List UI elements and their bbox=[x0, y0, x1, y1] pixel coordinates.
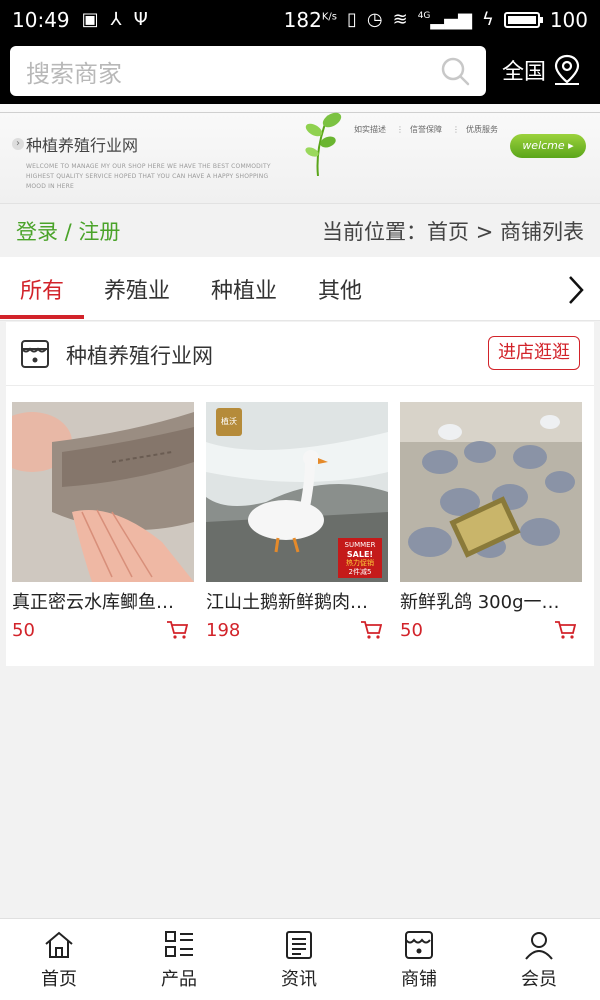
active-tab-indicator bbox=[0, 315, 84, 319]
shop-header: 种植养殖行业网 进店逛逛 bbox=[6, 322, 594, 386]
shop-card: 种植养殖行业网 进店逛逛 真正密云水库鲫鱼… 50 植沃 SUMMER SALE… bbox=[6, 322, 594, 666]
tab-breeding[interactable]: 养殖业 bbox=[104, 273, 170, 305]
arrow-bullet-icon: › bbox=[12, 138, 24, 150]
share-icon: ⅄ bbox=[110, 9, 122, 30]
network-speed: 182K/s bbox=[283, 8, 337, 32]
breadcrumb: 当前位置：首页 > 商铺列表 bbox=[322, 220, 584, 244]
signal-icon: 4G▂▄▆ bbox=[417, 9, 472, 30]
wifi-icon: ≋ bbox=[392, 9, 408, 30]
location-bar: 登录 / 注册 当前位置：首页 > 商铺列表 bbox=[0, 205, 600, 257]
brand-badge: 植沃 bbox=[216, 408, 242, 436]
battery-level: 100 bbox=[549, 8, 588, 32]
region-label: 全国 bbox=[502, 60, 547, 85]
user-icon bbox=[525, 932, 553, 960]
grid-list-icon bbox=[165, 931, 193, 957]
store-icon bbox=[21, 340, 49, 368]
product-image-pigeon[interactable] bbox=[400, 402, 582, 582]
tab-planting[interactable]: 种植业 bbox=[211, 273, 277, 305]
image-icon: ▣ bbox=[81, 9, 99, 30]
status-time: 10:49 bbox=[12, 8, 70, 32]
location-pin-icon bbox=[554, 54, 580, 85]
product-name[interactable]: 江山土鹅新鲜鹅肉… bbox=[206, 588, 382, 614]
nav-home[interactable]: 首页 bbox=[14, 929, 104, 991]
welcome-button[interactable]: welcme ▸ bbox=[510, 134, 586, 158]
tab-other[interactable]: 其他 bbox=[318, 273, 362, 305]
news-icon bbox=[286, 931, 312, 959]
charging-icon: ϟ bbox=[481, 9, 494, 30]
cart-icon[interactable] bbox=[166, 620, 188, 640]
visit-shop-button[interactable]: 进店逛逛 bbox=[488, 336, 580, 370]
nav-member[interactable]: 会员 bbox=[494, 929, 584, 991]
leaf-decoration-icon bbox=[305, 112, 342, 176]
shop-name[interactable]: 种植养殖行业网 bbox=[66, 340, 213, 370]
login-register-link[interactable]: 登录 / 注册 bbox=[16, 216, 120, 246]
nav-label: 资讯 bbox=[281, 969, 317, 990]
home-icon bbox=[45, 931, 73, 958]
bottom-nav: 首页 产品 资讯 商铺 会员 bbox=[0, 918, 600, 1000]
product-name[interactable]: 真正密云水库鲫鱼… bbox=[12, 588, 188, 614]
search-placeholder: 搜索商家 bbox=[26, 59, 122, 88]
product-image-goose[interactable]: 植沃 SUMMER SALE! 热力促销 2件减5 bbox=[206, 402, 388, 582]
category-tabs: 所有 养殖业 种植业 其他 bbox=[0, 257, 600, 321]
cart-icon[interactable] bbox=[360, 620, 382, 640]
chevron-right-icon[interactable] bbox=[566, 273, 586, 307]
alarm-icon: ◷ bbox=[366, 9, 383, 30]
nav-label: 商铺 bbox=[401, 969, 437, 990]
battery-icon bbox=[503, 12, 543, 28]
banner-title: 种植养殖行业网 bbox=[26, 136, 139, 155]
product-image-fish[interactable] bbox=[12, 402, 194, 582]
store-icon bbox=[405, 931, 433, 959]
nav-label: 产品 bbox=[161, 969, 197, 990]
vibrate-icon: ▯ bbox=[346, 9, 357, 30]
product-card[interactable]: 植沃 SUMMER SALE! 热力促销 2件减5 江山土鹅新鲜鹅肉… 198 bbox=[206, 402, 388, 641]
product-card[interactable]: 真正密云水库鲫鱼… 50 bbox=[12, 402, 194, 641]
banner-tags: 如实描述 信誉保障 优质服务 bbox=[354, 124, 498, 135]
sale-badge: SUMMER SALE! 热力促销 2件减5 bbox=[338, 538, 382, 578]
search-icon[interactable] bbox=[440, 56, 470, 86]
nav-news[interactable]: 资讯 bbox=[254, 929, 344, 991]
shop-banner[interactable]: › 种植养殖行业网 WELCOME TO MANAGE MY OUR SHOP … bbox=[0, 104, 600, 204]
banner-subtitle: WELCOME TO MANAGE MY OUR SHOP HERE WE HA… bbox=[26, 163, 271, 190]
search-input[interactable]: 搜索商家 bbox=[10, 46, 486, 96]
nav-label: 首页 bbox=[41, 969, 77, 990]
region-selector[interactable]: 全国 bbox=[502, 54, 582, 86]
usb-icon: Ψ bbox=[133, 9, 148, 30]
status-bar: 10:49 ▣ ⅄ Ψ 182K/s ▯ ◷ ≋ 4G▂▄▆ ϟ 100 bbox=[0, 0, 600, 40]
cart-icon[interactable] bbox=[554, 620, 576, 640]
nav-products[interactable]: 产品 bbox=[134, 929, 224, 991]
nav-shops[interactable]: 商铺 bbox=[374, 929, 464, 991]
search-header: 搜索商家 全国 bbox=[0, 40, 600, 104]
product-name[interactable]: 新鲜乳鸽 300g一只… bbox=[400, 588, 576, 614]
fish-photo bbox=[12, 402, 194, 582]
pigeon-photo bbox=[400, 402, 582, 582]
product-card[interactable]: 新鲜乳鸽 300g一只… 50 bbox=[400, 402, 582, 641]
tab-all[interactable]: 所有 bbox=[20, 273, 64, 305]
nav-label: 会员 bbox=[521, 969, 557, 990]
